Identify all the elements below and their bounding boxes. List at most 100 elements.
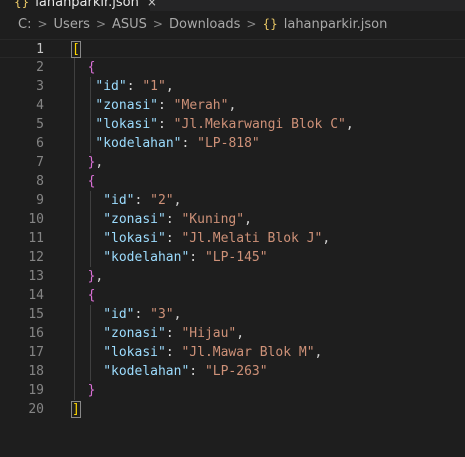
code-text: "lokasi": "Jl.Melati Blok J", <box>103 229 330 248</box>
comma: , <box>314 345 323 360</box>
code-line[interactable]: 17 "lokasi": "Jl.Mawar Blok M", <box>0 343 465 362</box>
line-number: 16 <box>28 326 44 341</box>
code-line[interactable]: 6 "kodelahan": "LP-818" <box>0 134 465 153</box>
line-number: 19 <box>28 383 44 398</box>
line-number: 12 <box>28 250 44 265</box>
code-line[interactable]: 3 "id": "1", <box>0 77 465 96</box>
indent-guide <box>74 343 75 362</box>
json-key: "zonasi" <box>103 212 166 227</box>
colon: : <box>134 307 151 322</box>
indent-guide <box>89 305 91 324</box>
indent-guide <box>89 134 91 153</box>
indent-guide <box>74 58 75 77</box>
code-text: } <box>88 381 96 400</box>
breadcrumb-downloads[interactable]: Downloads <box>169 17 240 32</box>
code-line[interactable]: 12 "kodelahan": "LP-145" <box>0 248 465 267</box>
code-line[interactable]: 13}, <box>0 267 465 286</box>
object-brace: } <box>87 383 96 398</box>
indent-guide <box>74 229 75 248</box>
json-value: "LP-263" <box>204 364 268 379</box>
breadcrumb-users[interactable]: Users <box>54 17 90 32</box>
code-line[interactable]: 14 { <box>0 286 465 305</box>
indent-guide <box>89 362 91 381</box>
indent-guide <box>74 324 75 343</box>
chevron-right-icon: > <box>246 17 257 31</box>
json-value: "Merah" <box>173 98 229 113</box>
indent-guide <box>74 191 75 210</box>
indent-guide <box>89 191 91 210</box>
colon: : <box>158 98 174 113</box>
line-number: 18 <box>28 364 44 379</box>
json-key: "lokasi" <box>95 117 159 132</box>
code-text: "kodelahan": "LP-145" <box>103 248 267 267</box>
indent-guide <box>89 324 91 343</box>
code-line[interactable]: 10 "zonasi": "Kuning", <box>0 210 465 229</box>
indent-guide <box>89 229 91 248</box>
close-icon[interactable]: × <box>147 0 157 11</box>
array-bracket: [ <box>71 41 81 58</box>
code-line[interactable]: 5 "lokasi": "Jl.Mekarwangi Blok C", <box>0 115 465 134</box>
line-number: 17 <box>28 345 44 360</box>
object-brace: { <box>87 288 96 303</box>
indent-guide <box>74 210 75 229</box>
code-line[interactable]: 7}, <box>0 153 465 172</box>
tab-lahanparkir-json[interactable]: {} lahanparkir.json × <box>0 0 157 11</box>
object-brace: { <box>87 174 96 189</box>
json-value: "Kuning" <box>181 212 245 227</box>
json-key: "lokasi" <box>103 345 166 360</box>
code-line[interactable]: 11 "lokasi": "Jl.Melati Blok J", <box>0 229 465 248</box>
comma: , <box>165 79 174 94</box>
code-line[interactable]: 15 "id": "3", <box>0 305 465 324</box>
indent-guide <box>74 153 75 172</box>
tab-bar: {} lahanparkir.json × <box>0 0 465 11</box>
breadcrumb: C: > Users > ASUS > Downloads > {} lahan… <box>0 11 465 37</box>
code-line[interactable]: 18 "kodelahan": "LP-263" <box>0 362 465 381</box>
json-value: "LP-145" <box>204 250 268 265</box>
json-key: "id" <box>103 193 135 208</box>
line-number: 10 <box>28 212 44 227</box>
breadcrumb-asus[interactable]: ASUS <box>112 17 147 32</box>
comma: , <box>345 117 354 132</box>
code-text: "id": "3", <box>103 305 181 324</box>
code-line[interactable]: 8{ <box>0 172 465 191</box>
code-editor[interactable]: 1[2{ 3 "id": "1", 4 "zonasi": "Merah", 5 "loka… <box>0 37 465 457</box>
code-text: "lokasi": "Jl.Mawar Blok M", <box>103 343 322 362</box>
colon: : <box>158 117 174 132</box>
colon: : <box>165 212 182 227</box>
comma: , <box>95 269 104 284</box>
breadcrumb-file[interactable]: lahanparkir.json <box>284 17 388 32</box>
indent-guide <box>74 286 75 305</box>
indent-guide <box>74 305 75 324</box>
code-line[interactable]: 20] <box>0 400 465 419</box>
code-line[interactable]: 9 "id": "2", <box>0 191 465 210</box>
code-line[interactable]: 1[ <box>0 39 465 58</box>
comma: , <box>173 307 182 322</box>
code-text: "id": "1", <box>95 77 173 96</box>
indent-guide <box>74 115 75 134</box>
code-text: { <box>88 286 96 305</box>
comma: , <box>244 212 252 227</box>
breadcrumb-drive[interactable]: C: <box>18 17 31 32</box>
json-value: "3" <box>150 307 174 322</box>
line-number: 3 <box>36 79 44 94</box>
line-number: 20 <box>28 402 44 417</box>
indent-guide <box>89 77 91 96</box>
comma: , <box>95 155 104 170</box>
code-line[interactable]: 16 "zonasi": "Hijau", <box>0 324 465 343</box>
code-line[interactable]: 19} <box>0 381 465 400</box>
code-line[interactable]: 4 "zonasi": "Merah", <box>0 96 465 115</box>
comma: , <box>236 326 245 341</box>
json-key: "kodelahan" <box>95 136 182 151</box>
chevron-right-icon: > <box>37 17 48 31</box>
code-line[interactable]: 2{ <box>0 58 465 77</box>
line-number: 13 <box>28 269 44 284</box>
colon: : <box>181 136 198 151</box>
object-brace: { <box>87 60 96 75</box>
json-key: "kodelahan" <box>103 364 190 379</box>
json-value: "Jl.Melati Blok J" <box>181 231 323 246</box>
indent-guide <box>74 96 75 115</box>
indent-guide <box>89 210 91 229</box>
chevron-right-icon: > <box>95 17 106 31</box>
chevron-right-icon: > <box>152 17 163 31</box>
line-number: 5 <box>36 117 44 132</box>
